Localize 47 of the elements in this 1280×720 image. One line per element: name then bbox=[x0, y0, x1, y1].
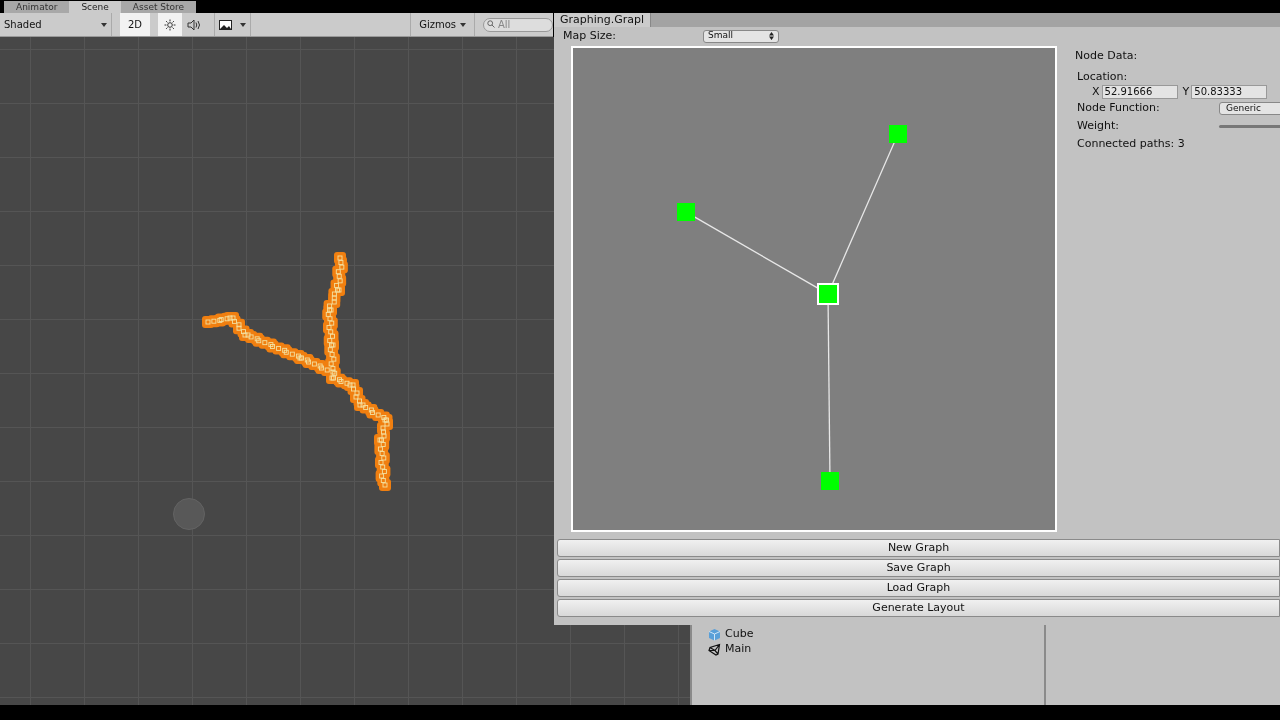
y-field[interactable]: 50.83333 bbox=[1191, 85, 1268, 99]
item-label: Main bbox=[725, 641, 752, 658]
connected-paths-text: Connected paths: 3 bbox=[1077, 136, 1186, 152]
x-field[interactable]: 52.91666 bbox=[1101, 85, 1178, 99]
caret-icon bbox=[460, 22, 466, 27]
editor-tab[interactable]: Asset Store bbox=[120, 1, 197, 13]
editor-tab[interactable]: Animator bbox=[4, 1, 70, 13]
image-icon bbox=[219, 19, 233, 30]
graph-action-button[interactable]: Save Graph bbox=[557, 559, 1280, 577]
editor-tab[interactable]: Scene bbox=[69, 1, 121, 13]
shading-dropdown[interactable]: Shaded bbox=[0, 13, 112, 36]
node-function-dropdown[interactable]: Generic bbox=[1219, 102, 1280, 115]
cube-icon bbox=[708, 628, 721, 641]
location-label: Location: bbox=[1077, 69, 1129, 84]
search-field[interactable]: All bbox=[483, 17, 553, 32]
graph-node[interactable] bbox=[817, 283, 839, 305]
y-label: Y bbox=[1182, 83, 1190, 100]
lighting-toggle[interactable] bbox=[158, 13, 183, 36]
graph-action-button[interactable]: New Graph bbox=[557, 539, 1280, 557]
updown-caret-icon bbox=[769, 32, 774, 40]
hierarchy-item[interactable]: Main bbox=[708, 642, 752, 657]
scene-handle bbox=[173, 498, 205, 530]
graph-node[interactable] bbox=[889, 125, 907, 143]
node-data-heading: Node Data: bbox=[1075, 48, 1139, 64]
graph-action-button[interactable]: Generate Layout bbox=[557, 599, 1280, 617]
gizmos-dropdown[interactable]: Gizmos bbox=[410, 13, 475, 36]
hierarchy-item[interactable]: Cube bbox=[708, 627, 754, 642]
node-function-label: Node Function: bbox=[1077, 100, 1161, 117]
map-size-dropdown[interactable]: Small bbox=[703, 29, 779, 43]
search-icon bbox=[487, 20, 495, 28]
x-label: X bbox=[1092, 83, 1100, 100]
map-size-label: Map Size: bbox=[563, 27, 617, 44]
sun-icon bbox=[164, 18, 177, 31]
caret-icon bbox=[240, 22, 247, 27]
effects-dropdown[interactable] bbox=[214, 13, 252, 36]
graph-node[interactable] bbox=[677, 203, 695, 221]
window-title[interactable]: Graphing.Grapl bbox=[554, 13, 652, 27]
weight-slider-track[interactable] bbox=[1219, 124, 1280, 128]
graph-node[interactable] bbox=[821, 472, 839, 490]
unity-logo-icon bbox=[708, 643, 721, 656]
graph-canvas[interactable] bbox=[571, 46, 1057, 532]
speaker-icon bbox=[187, 18, 202, 31]
mode-2d-toggle[interactable]: 2D bbox=[120, 13, 151, 36]
item-label: Cube bbox=[725, 626, 754, 643]
caret-icon bbox=[101, 22, 107, 27]
weight-label: Weight: bbox=[1077, 117, 1121, 134]
graph-action-button[interactable]: Load Graph bbox=[557, 579, 1280, 597]
